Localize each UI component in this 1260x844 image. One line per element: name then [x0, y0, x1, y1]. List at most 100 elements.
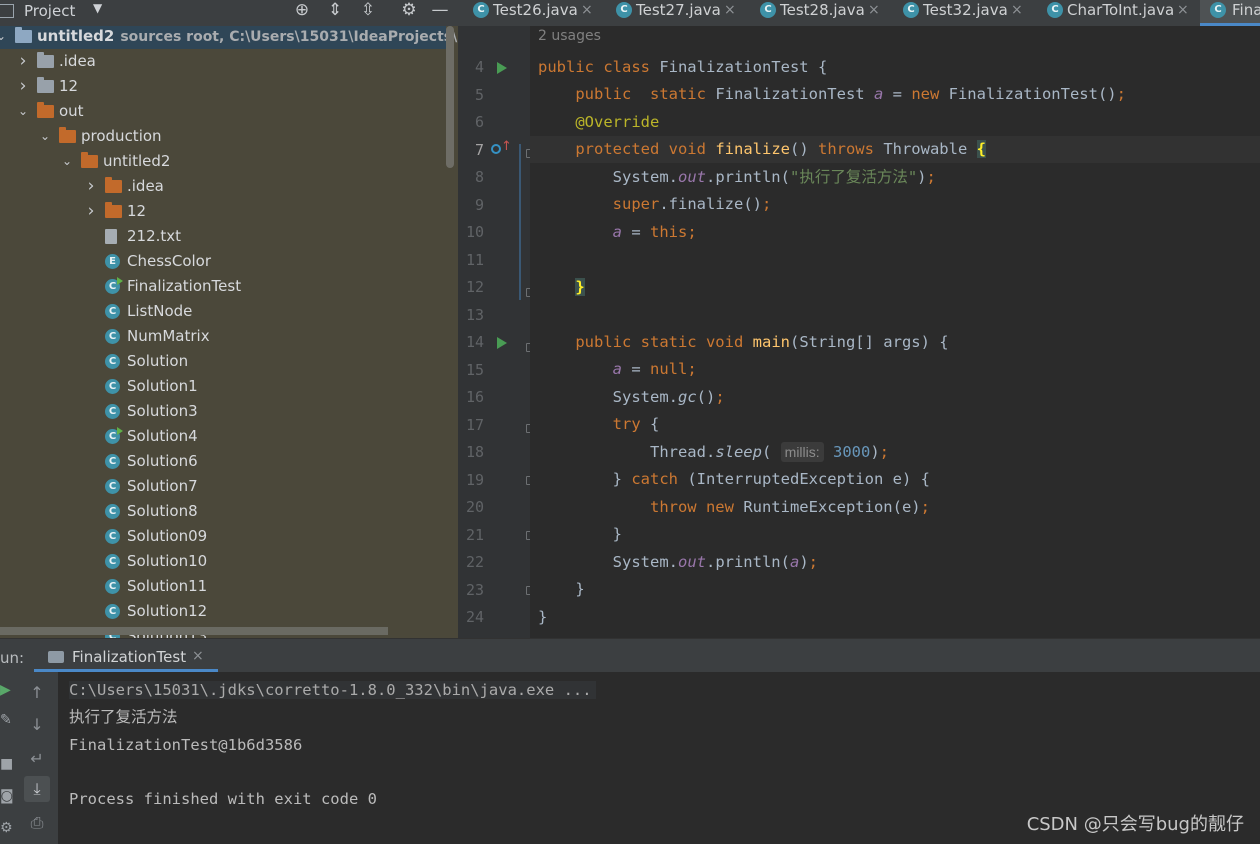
minimize-icon[interactable]: —	[430, 0, 450, 20]
print-icon[interactable]: ⎙	[24, 810, 50, 836]
chevron-down-icon[interactable]: ⌄	[0, 26, 8, 49]
close-icon[interactable]: ×	[1011, 0, 1023, 20]
line-number[interactable]: 24	[458, 604, 484, 631]
scroll-up-icon[interactable]: ↑	[24, 680, 50, 706]
parameter-hint: millis:	[780, 442, 824, 462]
tab-finalizationtest[interactable]: C Fina	[1200, 0, 1260, 26]
scroll-to-end-icon[interactable]: ⤓	[24, 776, 50, 802]
line-number[interactable]: 23	[458, 577, 484, 604]
line-number[interactable]: 7	[458, 137, 484, 164]
tree-item[interactable]: ⌄ production	[0, 124, 446, 149]
chevron-down-icon[interactable]: ⌄	[60, 149, 74, 174]
run-panel-label: un:	[0, 649, 25, 667]
line-number[interactable]: 15	[458, 357, 484, 384]
line-number[interactable]: 22	[458, 549, 484, 576]
tree-item[interactable]: C NumMatrix	[0, 324, 446, 349]
tree-item[interactable]: › 12	[0, 199, 446, 224]
close-icon[interactable]: ×	[868, 0, 880, 20]
chevron-down-icon[interactable]: ▼	[93, 1, 102, 15]
line-number[interactable]: 11	[458, 247, 484, 274]
implements-arrow-icon[interactable]: ↑	[501, 139, 512, 154]
tree-item[interactable]: › 12	[0, 74, 446, 99]
stop-icon[interactable]: ■	[0, 756, 13, 772]
line-number[interactable]: 13	[458, 302, 484, 329]
chevron-down-icon[interactable]: ⌄	[38, 124, 52, 149]
tree-item[interactable]: C Solution10	[0, 549, 446, 574]
tree-item[interactable]: C FinalizationTest	[0, 274, 446, 299]
chevron-down-icon[interactable]: ⌄	[16, 99, 30, 124]
scroll-down-icon[interactable]: ↓	[24, 712, 50, 738]
override-icon[interactable]	[491, 144, 501, 154]
tab-chartoint[interactable]: C CharToInt.java ×	[1047, 0, 1197, 26]
line-number[interactable]: 8	[458, 164, 484, 191]
close-icon[interactable]: ×	[724, 0, 736, 20]
line-number[interactable]: 18	[458, 439, 484, 466]
line-number[interactable]: 12	[458, 274, 484, 301]
crosshair-icon[interactable]: ⊕	[292, 0, 312, 20]
line-number[interactable]: 14	[458, 329, 484, 356]
tree-item[interactable]: › .idea	[0, 174, 446, 199]
tree-item[interactable]: C Solution6	[0, 449, 446, 474]
chevron-right-icon[interactable]: ›	[84, 174, 98, 199]
line-number[interactable]: 20	[458, 494, 484, 521]
tree-item[interactable]: ⌄ untitled2 sources root, C:\Users\15031\I…	[0, 26, 458, 49]
line-number[interactable]: 19	[458, 467, 484, 494]
tree-item[interactable]: › .idea	[0, 49, 446, 74]
tree-item[interactable]: C Solution11	[0, 574, 446, 599]
rerun-icon[interactable]: ▶	[0, 682, 12, 698]
tree-item[interactable]: E ChessColor	[0, 249, 446, 274]
tree-horizontal-scrollbar[interactable]	[0, 627, 388, 635]
code-line: }	[538, 580, 585, 598]
tree-vertical-scrollbar[interactable]	[446, 26, 454, 168]
camera-icon[interactable]: ◙	[0, 788, 14, 804]
tree-item[interactable]: C ListNode	[0, 299, 446, 324]
chevron-right-icon[interactable]: ›	[84, 199, 98, 224]
line-number[interactable]: 6	[458, 109, 484, 136]
tree-item[interactable]: ⌄ untitled2	[0, 149, 446, 174]
tree-item[interactable]: C Solution	[0, 349, 446, 374]
tab-test28[interactable]: C Test28.java ×	[760, 0, 890, 26]
close-icon[interactable]: ×	[192, 648, 204, 664]
tree-item[interactable]: C Solution8	[0, 499, 446, 524]
collapse-all-icon[interactable]: ⇳	[358, 0, 378, 20]
run-gutter-icon[interactable]	[497, 62, 507, 74]
close-icon[interactable]: ×	[1177, 0, 1189, 20]
tree-item[interactable]: 212.txt	[0, 224, 446, 249]
chevron-right-icon[interactable]: ›	[16, 74, 30, 99]
project-panel-title[interactable]: Project	[24, 0, 75, 22]
tree-item-label: Solution8	[127, 502, 198, 520]
line-number[interactable]: 21	[458, 522, 484, 549]
project-panel-header: Project ▼ ⊕ ⇕ ⇳ ⚙ —	[0, 0, 458, 26]
wrench-icon[interactable]: ✎	[0, 712, 12, 728]
close-icon[interactable]: ×	[581, 0, 593, 20]
line-number[interactable]: 16	[458, 384, 484, 411]
gear-icon[interactable]: ⚙	[399, 0, 419, 20]
usages-hint[interactable]: 2 usages	[538, 28, 601, 44]
line-number[interactable]: 5	[458, 82, 484, 109]
soft-wrap-icon[interactable]: ↵	[24, 746, 50, 772]
tree-item[interactable]: C Solution1	[0, 374, 446, 399]
settings-icon[interactable]: ⚙	[0, 820, 13, 836]
tab-test32[interactable]: C Test32.java ×	[903, 0, 1033, 26]
tab-test26[interactable]: C Test26.java ×	[473, 0, 603, 26]
tree-item[interactable]: C Solution7	[0, 474, 446, 499]
tree-item-label: Solution3	[127, 402, 198, 420]
chevron-right-icon[interactable]: ›	[16, 49, 30, 74]
tree-item[interactable]: C Solution4	[0, 424, 446, 449]
tree-item-label: Solution10	[127, 552, 208, 570]
tree-item-label: ChessColor	[127, 252, 212, 270]
tab-label: Test28.java	[780, 1, 865, 19]
line-number[interactable]: 10	[458, 219, 484, 246]
line-number[interactable]: 17	[458, 412, 484, 439]
code-editor[interactable]: 2 usages public class FinalizationTest {…	[530, 26, 1260, 638]
expand-all-icon[interactable]: ⇕	[325, 0, 345, 20]
tree-item[interactable]: C Solution12	[0, 599, 446, 624]
run-gutter-icon[interactable]	[497, 337, 507, 349]
tab-test27[interactable]: C Test27.java ×	[616, 0, 746, 26]
tree-item[interactable]: ⌄ out	[0, 99, 446, 124]
line-number[interactable]: 4	[458, 54, 484, 81]
tree-item-label: 12	[59, 77, 79, 95]
tree-item[interactable]: C Solution3	[0, 399, 446, 424]
line-number[interactable]: 9	[458, 192, 484, 219]
tree-item[interactable]: C Solution09	[0, 524, 446, 549]
